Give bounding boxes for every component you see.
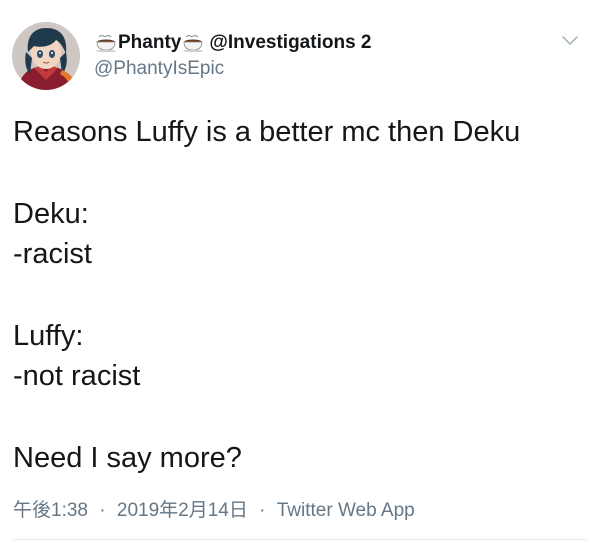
tweet-text-blank <box>13 152 580 194</box>
coffee-cup-icon <box>95 34 117 52</box>
author-name: Phanty <box>118 32 182 53</box>
tweet-text-line: Need I say more? <box>13 442 242 474</box>
tweet-text-line: Reasons Luffy is a better mc then Deku <box>13 116 521 148</box>
author-name-extra: @Investigations 2 <box>209 32 372 53</box>
separator-dot: · <box>99 500 106 521</box>
divider <box>13 539 587 540</box>
tweet-text-line: -not racist <box>13 360 141 392</box>
author-name-row: Phanty @Investigations 2 <box>94 30 550 56</box>
tweet-card: Phanty @Investigations 2 @PhantyIsEpic R… <box>0 0 600 543</box>
tweet-date[interactable]: 2019年2月14日 <box>117 500 248 521</box>
tweet-text-line: -racist <box>13 238 92 270</box>
tweet-text-blank <box>13 396 580 438</box>
tweet-text-line: Deku: <box>13 198 89 230</box>
tweet-text-blank <box>13 274 580 316</box>
author-display-name[interactable]: Phanty @Investigations 2 <box>94 32 371 54</box>
avatar-image <box>12 22 80 90</box>
chevron-down-icon[interactable] <box>560 34 580 48</box>
coffee-cup-icon <box>182 34 204 52</box>
tweet-text: Reasons Luffy is a better mc then Deku D… <box>13 112 580 478</box>
tweet-header: Phanty @Investigations 2 @PhantyIsEpic <box>94 30 550 80</box>
separator-dot: · <box>259 500 266 521</box>
author-handle[interactable]: @PhantyIsEpic <box>94 58 550 80</box>
tweet-metadata: 午後1:38 · 2019年2月14日 · Twitter Web App <box>13 495 415 522</box>
tweet-source[interactable]: Twitter Web App <box>277 500 415 521</box>
tweet-time[interactable]: 午後1:38 <box>13 500 88 521</box>
tweet-text-line: Luffy: <box>13 320 84 352</box>
avatar[interactable] <box>12 22 80 90</box>
